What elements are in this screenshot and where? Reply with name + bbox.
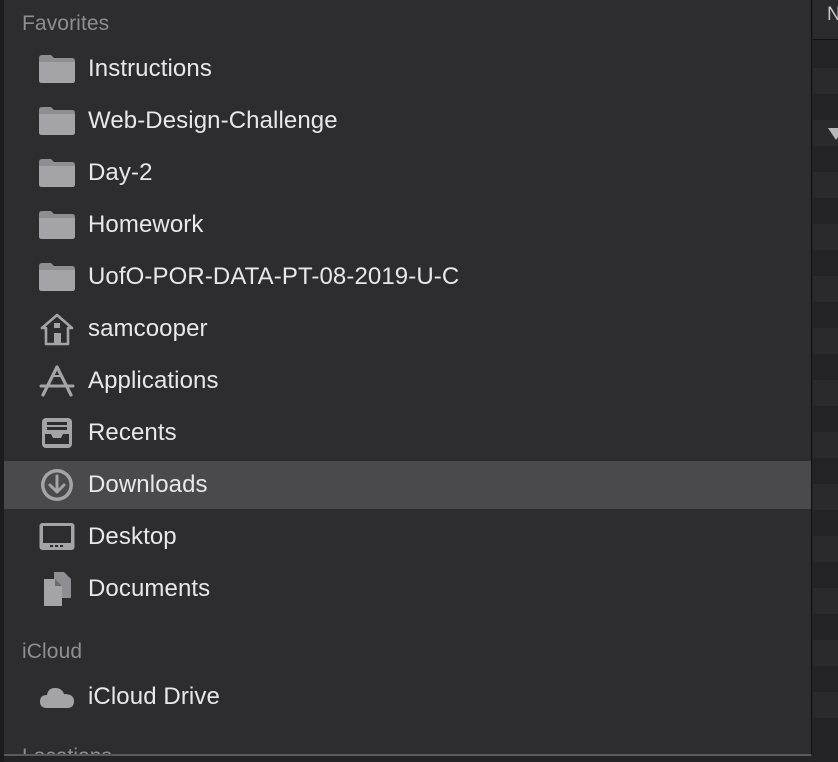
recents-icon	[37, 413, 77, 453]
folder-icon	[37, 153, 77, 193]
finder-window: Favorites Instructions Web-Design-Challe…	[0, 0, 838, 762]
disclosure-triangle-icon[interactable]	[828, 128, 838, 140]
sidebar-item-label: Web-Design-Challenge	[88, 107, 338, 134]
sidebar-item-label: Documents	[88, 575, 211, 602]
home-icon	[37, 309, 77, 349]
sidebar-item-icloud-drive[interactable]: iCloud Drive	[4, 673, 811, 721]
icloud-header: iCloud	[22, 640, 83, 663]
sidebar-item-web-design-challenge[interactable]: Web-Design-Challenge	[4, 97, 811, 145]
file-list-row	[813, 68, 838, 94]
sidebar-item-label: Desktop	[88, 523, 177, 550]
file-list-row	[813, 640, 838, 666]
finder-sidebar: Favorites Instructions Web-Design-Challe…	[4, 0, 812, 756]
desktop-icon	[37, 517, 77, 557]
sidebar-item-samcooper[interactable]: samcooper	[4, 305, 811, 353]
sidebar-item-instructions[interactable]: Instructions	[4, 45, 811, 93]
file-list-row	[813, 172, 838, 198]
file-list-row	[813, 328, 838, 354]
file-list-row	[813, 276, 838, 302]
sidebar-item-day-2[interactable]: Day-2	[4, 149, 811, 197]
downloads-icon	[37, 465, 77, 505]
documents-icon	[37, 569, 77, 609]
file-list-row	[813, 224, 838, 250]
sidebar-item-label: iCloud Drive	[88, 683, 220, 710]
cloud-icon	[37, 677, 77, 717]
sidebar-item-homework[interactable]: Homework	[4, 201, 811, 249]
file-list-row	[813, 692, 838, 718]
sidebar-item-downloads[interactable]: Downloads	[4, 461, 811, 509]
folder-icon	[37, 205, 77, 245]
favorites-header: Favorites	[22, 12, 110, 35]
sidebar-item-label: Day-2	[88, 159, 153, 186]
name-column-header[interactable]: N	[813, 0, 838, 40]
file-list-row	[813, 588, 838, 614]
sidebar-item-label: UofO-POR-DATA-PT-08-2019-U-C	[88, 263, 460, 290]
sidebar-item-label: Downloads	[88, 471, 208, 498]
locations-header: Locations	[22, 746, 112, 754]
folder-icon	[37, 101, 77, 141]
sidebar-item-label: Recents	[88, 419, 177, 446]
file-list-row	[813, 484, 838, 510]
folder-icon	[37, 257, 77, 297]
sidebar-item-documents[interactable]: Documents	[4, 565, 811, 613]
file-list-pane: N	[813, 0, 838, 762]
sidebar-item-desktop[interactable]: Desktop	[4, 513, 811, 561]
file-list-row	[813, 536, 838, 562]
sidebar-item-applications[interactable]: Applications	[4, 357, 811, 405]
sidebar-item-label: Instructions	[88, 55, 212, 82]
sidebar-item-uofo-por-data[interactable]: UofO-POR-DATA-PT-08-2019-U-C	[4, 253, 811, 301]
file-list-row	[813, 432, 838, 458]
sidebar-item-label: Applications	[88, 367, 219, 394]
sidebar-item-label: Homework	[88, 211, 204, 238]
file-list-row	[813, 380, 838, 406]
applications-icon	[37, 361, 77, 401]
folder-icon	[37, 49, 77, 89]
sidebar-item-label: samcooper	[88, 315, 208, 342]
sidebar-item-recents[interactable]: Recents	[4, 409, 811, 457]
